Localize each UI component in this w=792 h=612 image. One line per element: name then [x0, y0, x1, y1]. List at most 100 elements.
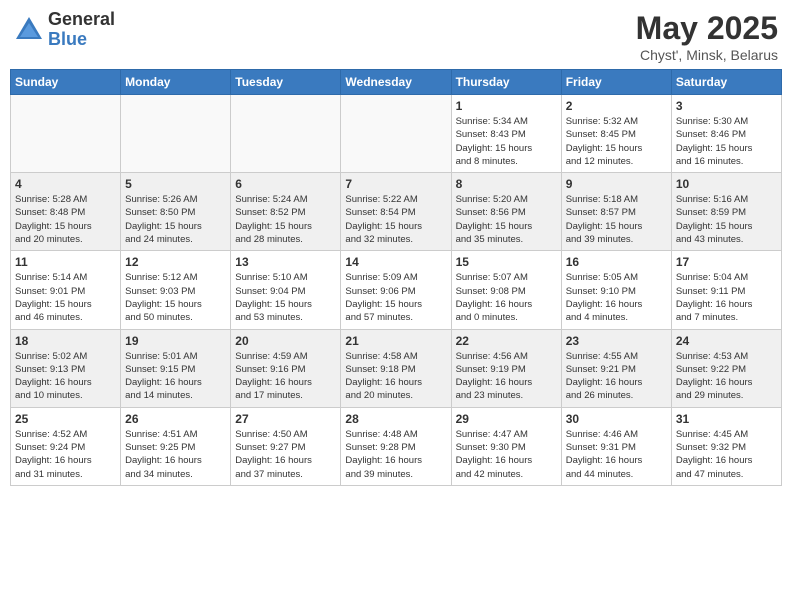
day-info: Sunrise: 5:07 AM Sunset: 9:08 PM Dayligh… — [456, 271, 557, 324]
day-number: 15 — [456, 255, 557, 269]
calendar-location: Chyst', Minsk, Belarus — [636, 47, 778, 63]
day-info: Sunrise: 4:58 AM Sunset: 9:18 PM Dayligh… — [345, 350, 446, 403]
day-number: 14 — [345, 255, 446, 269]
logo: General Blue — [14, 10, 115, 50]
day-number: 21 — [345, 334, 446, 348]
calendar-day-cell: 24Sunrise: 4:53 AM Sunset: 9:22 PM Dayli… — [671, 329, 781, 407]
calendar-day-cell: 31 Sunrise: 4:45 AM Sunset: 9:32 PM Dayli… — [671, 407, 781, 485]
day-info: Sunrise: 4:47 AM Sunset: 9:30 PM Dayligh… — [456, 428, 557, 481]
day-number: 31 — [676, 412, 777, 426]
page-header: General Blue May 2025 Chyst', Minsk, Bel… — [10, 10, 782, 63]
day-number: 7 — [345, 177, 446, 191]
day-info: Sunrise: 5:26 AM Sunset: 8:50 PM Dayligh… — [125, 193, 226, 246]
calendar-day-cell: 1 Sunrise: 5:34 AM Sunset: 8:43 PM Daylig… — [451, 95, 561, 173]
calendar-day-cell: 26 Sunrise: 4:51 AM Sunset: 9:25 PM Dayli… — [121, 407, 231, 485]
calendar-day-cell: 9 Sunrise: 5:18 AM Sunset: 8:57 PM Daylig… — [561, 173, 671, 251]
day-number: 4 — [15, 177, 116, 191]
day-number: 23 — [566, 334, 667, 348]
calendar-day-cell: 10 Sunrise: 5:16 AM Sunset: 8:59 PM Dayli… — [671, 173, 781, 251]
calendar-day-cell: 5 Sunrise: 5:26 AM Sunset: 8:50 PM Daylig… — [121, 173, 231, 251]
calendar-week-row: 1 Sunrise: 5:34 AM Sunset: 8:43 PM Daylig… — [11, 95, 782, 173]
day-info: Sunrise: 4:46 AM Sunset: 9:31 PM Dayligh… — [566, 428, 667, 481]
logo-general-text: General — [48, 10, 115, 30]
calendar-day-cell: 13Sunrise: 5:10 AM Sunset: 9:04 PM Dayli… — [231, 251, 341, 329]
calendar-week-row: 11 Sunrise: 5:14 AM Sunset: 9:01 PM Dayli… — [11, 251, 782, 329]
day-info: Sunrise: 5:30 AM Sunset: 8:46 PM Dayligh… — [676, 115, 777, 168]
logo-text: General Blue — [48, 10, 115, 50]
day-number: 1 — [456, 99, 557, 113]
calendar-day-cell: 27 Sunrise: 4:50 AM Sunset: 9:27 PM Dayli… — [231, 407, 341, 485]
day-info: Sunrise: 5:32 AM Sunset: 8:45 PM Dayligh… — [566, 115, 667, 168]
day-number: 13 — [235, 255, 336, 269]
calendar-day-cell: 20 Sunrise: 4:59 AM Sunset: 9:16 PM Dayli… — [231, 329, 341, 407]
calendar-day-cell: 16 Sunrise: 5:05 AM Sunset: 9:10 PM Dayli… — [561, 251, 671, 329]
day-info: Sunrise: 5:28 AM Sunset: 8:48 PM Dayligh… — [15, 193, 116, 246]
weekday-header-row: SundayMondayTuesdayWednesdayThursdayFrid… — [11, 70, 782, 95]
day-number: 26 — [125, 412, 226, 426]
day-number: 27 — [235, 412, 336, 426]
day-number: 9 — [566, 177, 667, 191]
calendar-week-row: 18 Sunrise: 5:02 AM Sunset: 9:13 PM Dayli… — [11, 329, 782, 407]
day-info: Sunrise: 5:12 AM Sunset: 9:03 PM Dayligh… — [125, 271, 226, 324]
day-number: 11 — [15, 255, 116, 269]
day-number: 10 — [676, 177, 777, 191]
weekday-header-thursday: Thursday — [451, 70, 561, 95]
calendar-day-cell — [121, 95, 231, 173]
day-info: Sunrise: 5:14 AM Sunset: 9:01 PM Dayligh… — [15, 271, 116, 324]
day-number: 29 — [456, 412, 557, 426]
calendar-day-cell: 19Sunrise: 5:01 AM Sunset: 9:15 PM Dayli… — [121, 329, 231, 407]
day-info: Sunrise: 4:59 AM Sunset: 9:16 PM Dayligh… — [235, 350, 336, 403]
title-block: May 2025 Chyst', Minsk, Belarus — [636, 10, 778, 63]
day-info: Sunrise: 5:02 AM Sunset: 9:13 PM Dayligh… — [15, 350, 116, 403]
calendar-day-cell — [11, 95, 121, 173]
day-number: 16 — [566, 255, 667, 269]
calendar-day-cell: 17 Sunrise: 5:04 AM Sunset: 9:11 PM Dayli… — [671, 251, 781, 329]
weekday-header-wednesday: Wednesday — [341, 70, 451, 95]
calendar-day-cell: 14 Sunrise: 5:09 AM Sunset: 9:06 PM Dayli… — [341, 251, 451, 329]
logo-icon — [14, 15, 44, 45]
day-info: Sunrise: 5:20 AM Sunset: 8:56 PM Dayligh… — [456, 193, 557, 246]
day-info: Sunrise: 5:04 AM Sunset: 9:11 PM Dayligh… — [676, 271, 777, 324]
day-info: Sunrise: 5:24 AM Sunset: 8:52 PM Dayligh… — [235, 193, 336, 246]
day-info: Sunrise: 5:34 AM Sunset: 8:43 PM Dayligh… — [456, 115, 557, 168]
day-number: 30 — [566, 412, 667, 426]
day-number: 6 — [235, 177, 336, 191]
calendar-week-row: 4 Sunrise: 5:28 AM Sunset: 8:48 PM Daylig… — [11, 173, 782, 251]
day-info: Sunrise: 4:52 AM Sunset: 9:24 PM Dayligh… — [15, 428, 116, 481]
day-info: Sunrise: 4:56 AM Sunset: 9:19 PM Dayligh… — [456, 350, 557, 403]
weekday-header-friday: Friday — [561, 70, 671, 95]
day-info: Sunrise: 5:01 AM Sunset: 9:15 PM Dayligh… — [125, 350, 226, 403]
calendar-day-cell: 4 Sunrise: 5:28 AM Sunset: 8:48 PM Daylig… — [11, 173, 121, 251]
day-info: Sunrise: 4:45 AM Sunset: 9:32 PM Dayligh… — [676, 428, 777, 481]
day-number: 3 — [676, 99, 777, 113]
calendar-day-cell — [231, 95, 341, 173]
calendar-day-cell: 29 Sunrise: 4:47 AM Sunset: 9:30 PM Dayli… — [451, 407, 561, 485]
day-info: Sunrise: 4:51 AM Sunset: 9:25 PM Dayligh… — [125, 428, 226, 481]
day-number: 17 — [676, 255, 777, 269]
calendar-day-cell: 23Sunrise: 4:55 AM Sunset: 9:21 PM Dayli… — [561, 329, 671, 407]
weekday-header-sunday: Sunday — [11, 70, 121, 95]
calendar-title: May 2025 — [636, 10, 778, 47]
day-number: 18 — [15, 334, 116, 348]
day-info: Sunrise: 5:16 AM Sunset: 8:59 PM Dayligh… — [676, 193, 777, 246]
day-number: 5 — [125, 177, 226, 191]
day-info: Sunrise: 5:09 AM Sunset: 9:06 PM Dayligh… — [345, 271, 446, 324]
calendar-day-cell: 21 Sunrise: 4:58 AM Sunset: 9:18 PM Dayli… — [341, 329, 451, 407]
day-number: 24 — [676, 334, 777, 348]
day-number: 2 — [566, 99, 667, 113]
day-info: Sunrise: 5:05 AM Sunset: 9:10 PM Dayligh… — [566, 271, 667, 324]
calendar-day-cell: 3 Sunrise: 5:30 AM Sunset: 8:46 PM Daylig… — [671, 95, 781, 173]
calendar-day-cell: 30 Sunrise: 4:46 AM Sunset: 9:31 PM Dayli… — [561, 407, 671, 485]
day-info: Sunrise: 5:18 AM Sunset: 8:57 PM Dayligh… — [566, 193, 667, 246]
calendar-table: SundayMondayTuesdayWednesdayThursdayFrid… — [10, 69, 782, 486]
day-number: 25 — [15, 412, 116, 426]
logo-blue-text: Blue — [48, 30, 115, 50]
calendar-day-cell: 22Sunrise: 4:56 AM Sunset: 9:19 PM Dayli… — [451, 329, 561, 407]
day-number: 28 — [345, 412, 446, 426]
calendar-day-cell: 8Sunrise: 5:20 AM Sunset: 8:56 PM Daylig… — [451, 173, 561, 251]
calendar-day-cell: 28Sunrise: 4:48 AM Sunset: 9:28 PM Dayli… — [341, 407, 451, 485]
day-number: 20 — [235, 334, 336, 348]
calendar-day-cell: 11 Sunrise: 5:14 AM Sunset: 9:01 PM Dayli… — [11, 251, 121, 329]
day-info: Sunrise: 4:50 AM Sunset: 9:27 PM Dayligh… — [235, 428, 336, 481]
calendar-day-cell: 2 Sunrise: 5:32 AM Sunset: 8:45 PM Daylig… — [561, 95, 671, 173]
